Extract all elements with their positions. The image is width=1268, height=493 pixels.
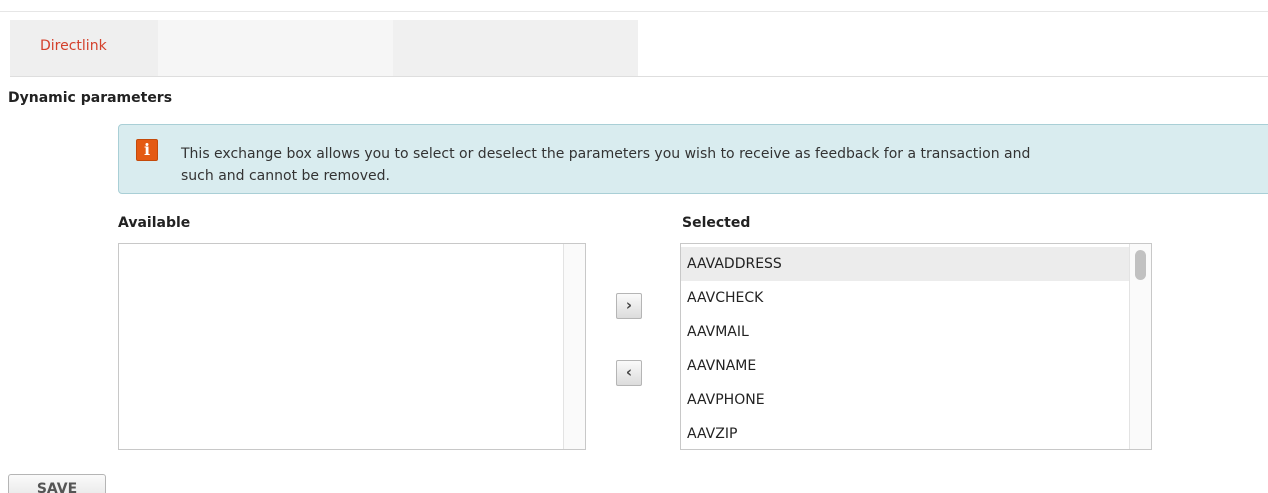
available-listbox[interactable] xyxy=(118,243,586,450)
move-right-button[interactable]: › xyxy=(616,293,642,319)
available-scrollbar[interactable] xyxy=(563,244,585,449)
list-item[interactable]: AAVNAME xyxy=(681,349,1129,383)
tab-2[interactable] xyxy=(158,20,393,76)
tab-directlink[interactable]: Directlink xyxy=(10,20,158,76)
top-divider xyxy=(0,11,1268,12)
section-title: Dynamic parameters xyxy=(8,90,173,106)
info-text-line-2: such and cannot be removed. xyxy=(181,168,390,184)
list-item[interactable]: AAVMAIL xyxy=(681,315,1129,349)
selected-label: Selected xyxy=(682,215,751,231)
list-item[interactable]: AAVPHONE xyxy=(681,383,1129,417)
selected-listbox[interactable]: AAVADDRESS AAVCHECK AAVMAIL AAVNAME AAVP… xyxy=(680,243,1152,450)
info-text: This exchange box allows you to select o… xyxy=(181,143,1268,187)
list-item[interactable]: AAVCHECK xyxy=(681,281,1129,315)
info-icon: i xyxy=(136,139,158,161)
tab-bar-divider xyxy=(10,76,1268,77)
available-label: Available xyxy=(118,215,191,231)
tab-3[interactable] xyxy=(393,20,638,76)
move-left-button[interactable]: ‹ xyxy=(616,360,642,386)
list-item[interactable]: AAVADDRESS xyxy=(681,247,1129,281)
tab-directlink-label: Directlink xyxy=(40,38,107,54)
selected-scrollbar-thumb[interactable] xyxy=(1135,250,1146,280)
save-button[interactable]: SAVE xyxy=(8,474,106,493)
list-item[interactable]: AAVZIP xyxy=(681,417,1129,449)
info-text-line-1: This exchange box allows you to select o… xyxy=(181,146,1031,162)
selected-scrollbar[interactable] xyxy=(1129,244,1151,449)
selected-list: AAVADDRESS AAVCHECK AAVMAIL AAVNAME AAVP… xyxy=(681,247,1129,449)
tab-bar: Directlink xyxy=(10,20,1268,78)
info-box: i This exchange box allows you to select… xyxy=(118,124,1268,194)
